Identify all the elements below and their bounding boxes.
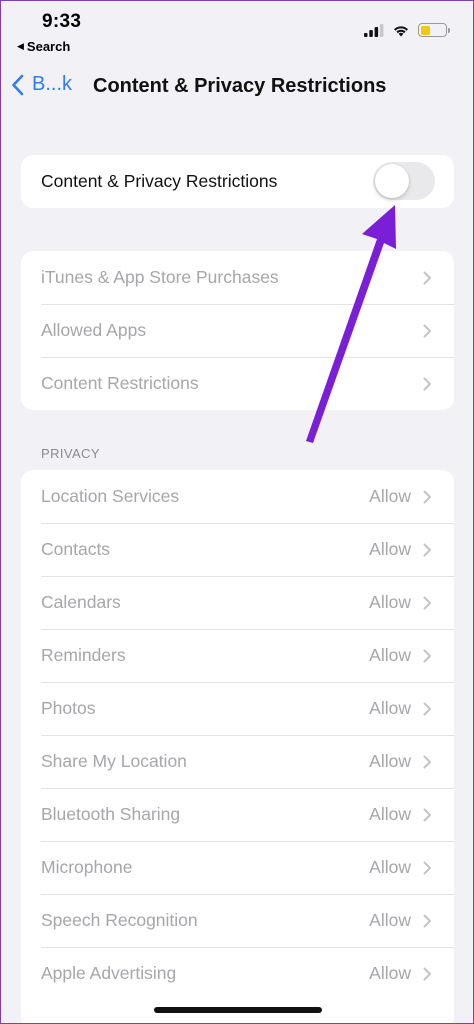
status-icons (364, 23, 450, 37)
chevron-right-icon (423, 543, 431, 556)
row-value: Allow (369, 751, 411, 771)
privacy-section-header: PRIVACY (41, 446, 100, 461)
row-value: Allow (369, 804, 411, 824)
row-label: Contacts (41, 539, 111, 559)
status-bar: 9:33 ◀ Search (1, 1, 473, 61)
chevron-right-icon (423, 808, 431, 821)
calendars-row[interactable]: Calendars Allow (21, 576, 454, 629)
row-value: Allow (369, 645, 411, 665)
row-label: Location Services (41, 486, 180, 506)
chevron-right-icon (423, 861, 431, 874)
content-restrictions-row[interactable]: Content Restrictions (21, 357, 454, 410)
chevron-right-icon (423, 377, 431, 390)
bluetooth-sharing-row[interactable]: Bluetooth Sharing Allow (21, 788, 454, 841)
row-value: Allow (369, 698, 411, 718)
row-label: Calendars (41, 592, 121, 612)
chevron-right-icon (423, 649, 431, 662)
row-label: Allowed Apps (41, 320, 147, 340)
wifi-icon (394, 25, 408, 36)
row-label: Speech Recognition (41, 910, 198, 930)
status-time: 9:33 (42, 11, 82, 32)
content-privacy-toggle[interactable] (373, 162, 435, 200)
share-my-location-row[interactable]: Share My Location Allow (21, 735, 454, 788)
row-value: Allow (369, 910, 411, 930)
row-label: Reminders (41, 645, 126, 665)
row-label: Share My Location (41, 751, 187, 771)
nav-back-label: B...k (32, 73, 73, 95)
back-app-label: Search (26, 39, 71, 54)
toggle-knob (375, 164, 409, 198)
contacts-row[interactable]: Contacts Allow (21, 523, 454, 576)
chevron-left-icon (12, 74, 24, 95)
apple-advertising-row[interactable]: Apple Advertising Allow (21, 947, 454, 1000)
chevron-right-icon (423, 324, 431, 337)
chevron-right-icon (423, 755, 431, 768)
row-label: Apple Advertising (41, 963, 177, 983)
row-label: Photos (41, 698, 96, 718)
allowed-apps-row[interactable]: Allowed Apps (21, 304, 454, 357)
row-label: Bluetooth Sharing (41, 804, 181, 824)
microphone-row[interactable]: Microphone Allow (21, 841, 454, 894)
battery-icon (418, 23, 450, 37)
chevron-right-icon (423, 702, 431, 715)
location-services-row[interactable]: Location Services Allow (21, 470, 454, 523)
main-toggle-group: Content & Privacy Restrictions (21, 155, 454, 208)
row-label: Microphone (41, 857, 133, 877)
itunes-app-store-purchases-row[interactable]: iTunes & App Store Purchases (21, 251, 454, 304)
store-settings-group: iTunes & App Store Purchases Allowed App… (21, 251, 454, 410)
row-label: iTunes & App Store Purchases (41, 267, 279, 287)
row-value: Allow (369, 486, 411, 506)
nav-back-button[interactable]: B...k (11, 73, 72, 96)
row-value: Allow (369, 857, 411, 877)
row-value: Allow (369, 539, 411, 559)
chevron-right-icon (423, 967, 431, 980)
speech-recognition-row[interactable]: Speech Recognition Allow (21, 894, 454, 947)
row-value: Allow (369, 963, 411, 983)
cellular-signal-icon (364, 23, 384, 37)
back-to-app-link[interactable]: ◀ Search (17, 39, 70, 54)
chevron-right-icon (423, 490, 431, 503)
reminders-row[interactable]: Reminders Allow (21, 629, 454, 682)
content-privacy-toggle-row[interactable]: Content & Privacy Restrictions (21, 155, 454, 208)
home-indicator[interactable] (154, 1007, 322, 1013)
settings-screen: 9:33 ◀ Search B...k Content & Privacy Re… (0, 0, 474, 1024)
privacy-settings-group: Location Services Allow Contacts Allow C… (21, 470, 454, 1023)
back-triangle-icon: ◀ (17, 41, 24, 51)
photos-row[interactable]: Photos Allow (21, 682, 454, 735)
chevron-right-icon (423, 914, 431, 927)
page-title: Content & Privacy Restrictions (93, 75, 387, 97)
row-value: Allow (369, 592, 411, 612)
row-label: Content Restrictions (41, 373, 199, 393)
navigation-bar: B...k Content & Privacy Restrictions (1, 67, 473, 107)
chevron-right-icon (423, 271, 431, 284)
chevron-right-icon (423, 596, 431, 609)
battery-level (420, 25, 431, 35)
